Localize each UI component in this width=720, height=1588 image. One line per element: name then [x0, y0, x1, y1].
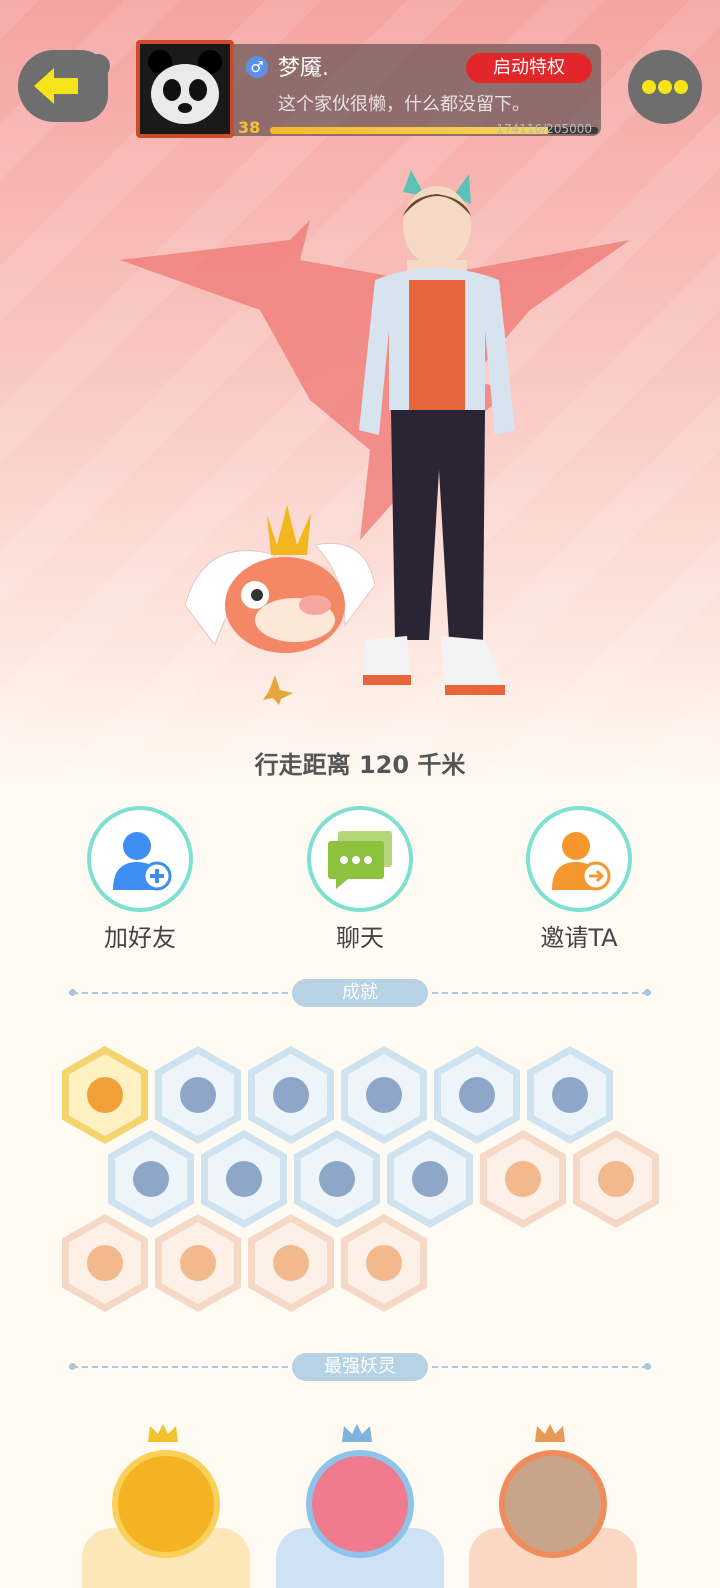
invite-icon [552, 832, 611, 891]
spirit-avatar [499, 1450, 607, 1558]
back-button-tail [86, 54, 110, 78]
divider-dot [644, 1363, 651, 1370]
crystal-icon [552, 1077, 588, 1113]
add-friend-button[interactable] [87, 806, 193, 912]
player-level: 38 [238, 118, 261, 137]
fox-book-icon [366, 1245, 402, 1281]
divider-dot [69, 1363, 76, 1370]
badge-inner [162, 1054, 234, 1136]
badge-inner [580, 1138, 652, 1220]
chat-label: 聊天 [336, 924, 384, 952]
spirit-slot-1[interactable] [82, 1424, 250, 1588]
spirit-slot-2[interactable] [276, 1424, 444, 1588]
yin-yang-bag-icon [226, 1161, 262, 1197]
add-friend-label: 加好友 [104, 924, 176, 952]
badge-inner [115, 1138, 187, 1220]
crystal-ball-icon [459, 1077, 495, 1113]
badge-inner [441, 1054, 513, 1136]
fox-cheer-icon [87, 1245, 123, 1281]
achievement-badge[interactable] [294, 1130, 380, 1228]
xp-progress-text: 174116/205000 [496, 122, 592, 136]
badge-inner [301, 1138, 373, 1220]
achievement-badge[interactable] [341, 1046, 427, 1144]
badge-inner [69, 1222, 141, 1304]
crown-gold-icon [148, 1424, 178, 1442]
bull-icon [180, 1245, 216, 1281]
cat-face-icon [87, 1077, 123, 1113]
ellipsis-icon [642, 80, 688, 94]
divider-dot [69, 989, 76, 996]
shield-icon [412, 1161, 448, 1197]
badge-inner [69, 1054, 141, 1136]
strongest-spirits-section-title: 最强妖灵 [292, 1353, 428, 1381]
badge-inner [208, 1138, 280, 1220]
achievement-badge[interactable] [62, 1046, 148, 1144]
achievement-badge[interactable] [155, 1214, 241, 1312]
badge-inner [348, 1222, 420, 1304]
chat-action[interactable]: 聊天 [285, 806, 435, 953]
badge-inner [394, 1138, 466, 1220]
divider-dot [644, 989, 651, 996]
achievement-badge[interactable] [108, 1130, 194, 1228]
moon-icon [366, 1077, 402, 1113]
spirit-avatar [112, 1450, 220, 1558]
stroller-icon [598, 1161, 634, 1197]
chat-button[interactable] [307, 806, 413, 912]
achievement-badge[interactable] [387, 1130, 473, 1228]
achievements-section-title: 成就 [292, 979, 428, 1007]
spirit-avatar [306, 1450, 414, 1558]
crown-silver-icon [342, 1424, 372, 1442]
yin-yang-wave-icon [133, 1161, 169, 1197]
achievement-badge[interactable] [341, 1214, 427, 1312]
badge-inner [534, 1054, 606, 1136]
more-options-button[interactable] [628, 50, 702, 124]
player-avatar-character [359, 170, 515, 695]
achievement-badge[interactable] [62, 1214, 148, 1312]
achievement-badge[interactable] [248, 1214, 334, 1312]
invite-label: 邀请TA [540, 924, 618, 952]
add-friend-action[interactable]: 加好友 [65, 806, 215, 953]
achievement-badge[interactable] [480, 1130, 566, 1228]
invite-action[interactable]: 邀请TA [504, 806, 654, 953]
fish-icon [319, 1161, 355, 1197]
badge-inner [487, 1138, 559, 1220]
panda-avatar-icon [140, 44, 230, 134]
achievement-badge[interactable] [527, 1046, 613, 1144]
add-friend-icon [113, 832, 172, 891]
achievement-badge[interactable] [155, 1046, 241, 1144]
badge-inner [255, 1054, 327, 1136]
dancing-figure-icon [505, 1161, 541, 1197]
compass-icon [273, 1077, 309, 1113]
invite-button[interactable] [526, 806, 632, 912]
badge-inner [348, 1054, 420, 1136]
chat-icon [328, 831, 392, 889]
activate-privilege-button[interactable]: 启动特权 [466, 53, 592, 83]
sneaker-icon [180, 1077, 216, 1113]
profile-avatar[interactable] [136, 40, 234, 138]
player-nickname: 梦魇. [278, 56, 329, 81]
achievement-badge[interactable] [434, 1046, 520, 1144]
achievement-badge[interactable] [248, 1046, 334, 1144]
back-button[interactable] [18, 50, 110, 122]
arrow-left-icon [34, 68, 78, 104]
achievement-badge[interactable] [573, 1130, 659, 1228]
badge-inner [162, 1222, 234, 1304]
achievement-badge[interactable] [201, 1130, 287, 1228]
spirit-slot-3[interactable] [469, 1424, 637, 1588]
player-signature: 这个家伙很懒，什么都没留下。 [278, 94, 530, 115]
badge-inner [255, 1222, 327, 1304]
gender-male-icon: ♂ [246, 56, 268, 78]
walking-distance: 行走距离 120 千米 [254, 751, 466, 779]
bear-icon [273, 1245, 309, 1281]
crown-bronze-icon [535, 1424, 565, 1442]
